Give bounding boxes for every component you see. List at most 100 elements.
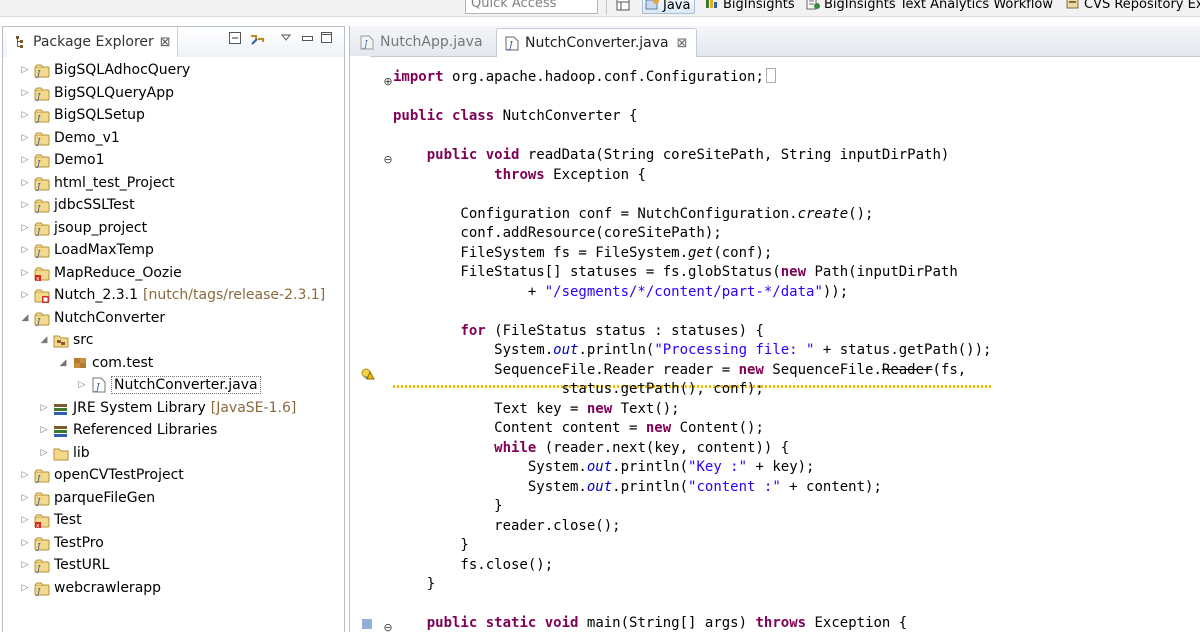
tree-item-label: src xyxy=(73,332,94,348)
collapsed-arrow-icon[interactable]: ▷ xyxy=(19,155,31,165)
collapsed-arrow-icon[interactable]: ▷ xyxy=(19,493,31,503)
code-line: SequenceFile.Reader reader = new Sequenc… xyxy=(393,361,966,380)
code-token: main(String[] args) xyxy=(578,615,756,631)
tree-item[interactable]: ◢ src xyxy=(38,329,94,351)
maximize-icon[interactable] xyxy=(321,32,332,43)
collapsed-arrow-icon[interactable]: ▷ xyxy=(19,245,31,255)
tree-item[interactable]: ▷ J BigSQLAdhocQuery xyxy=(19,59,191,81)
fold-expand-icon[interactable]: ⊕ xyxy=(383,76,393,87)
open-perspective-icon[interactable] xyxy=(616,0,631,12)
tree-item[interactable]: ▷ JparqueFileGen xyxy=(19,487,156,509)
collapsed-arrow-icon[interactable]: ▷ xyxy=(76,380,88,390)
tab-nutchapp-java[interactable]: J NutchApp.java xyxy=(352,28,491,56)
collapsed-arrow-icon[interactable]: ▷ xyxy=(19,470,31,480)
minimize-icon[interactable] xyxy=(302,36,313,42)
project-icon: J xyxy=(34,132,50,146)
tree-item[interactable]: ▷ Jwebcrawlerapp xyxy=(19,577,162,599)
tree-item-label: com.test xyxy=(92,354,154,371)
fold-collapse-icon[interactable]: ⊖ xyxy=(383,154,393,165)
tree-item[interactable]: ◢ com.test xyxy=(57,352,154,374)
collapsed-arrow-icon[interactable]: ▷ xyxy=(38,448,50,458)
tree-item[interactable]: ▷ J LoadMaxTemp xyxy=(19,239,154,261)
tree-item-label: jdbcSSLTest xyxy=(54,197,135,213)
tree-item[interactable]: ▷ J NutchConverter.java xyxy=(76,374,261,396)
code-line: conf.addResource(coreSitePath); xyxy=(393,224,721,243)
fold-collapse-icon[interactable]: ⊖ xyxy=(383,622,393,633)
collapsed-arrow-icon[interactable]: ▷ xyxy=(19,560,31,570)
tree-item[interactable]: ▷ lib xyxy=(38,442,90,464)
tree-item[interactable]: ▷ J TestPro xyxy=(19,532,104,554)
tree-item[interactable]: ▷ J TestURL xyxy=(19,554,110,576)
close-tab-icon[interactable]: ⊠ xyxy=(677,36,688,51)
tree-item[interactable]: ▷ J Demo_v1 xyxy=(19,127,120,149)
collapsed-arrow-icon[interactable]: ▷ xyxy=(19,583,31,593)
perspective-text-analytics[interactable]: BigInsights Text Analytics Workflow xyxy=(806,0,1053,14)
tree-item[interactable]: ▷ J Demo1 xyxy=(19,149,105,171)
tree-item[interactable]: ▷ Jjsoup_project xyxy=(19,217,148,239)
perspective-cvs[interactable]: CVS Repository Ex xyxy=(1066,0,1200,14)
perspective-java[interactable]: Java xyxy=(642,0,696,14)
collapsed-arrow-icon[interactable]: ▷ xyxy=(19,65,31,75)
quick-access-input[interactable]: Quick Access xyxy=(465,0,598,14)
tree-item-label: html_test_Project xyxy=(54,174,175,191)
collapsed-arrow-icon[interactable]: ▷ xyxy=(19,110,31,120)
tree-item[interactable]: ▷ Nutch_2.3.1 [nutch/tags/release-2.3.1] xyxy=(19,284,325,306)
tree-item[interactable]: ▷ Jhtml_test_Project xyxy=(19,172,175,194)
collapsed-arrow-icon[interactable]: ▷ xyxy=(19,538,31,548)
collapsed-arrow-icon[interactable]: ▷ xyxy=(19,268,31,278)
project-icon: J xyxy=(34,199,50,213)
toolbar-separator xyxy=(606,0,607,15)
expanded-arrow-icon[interactable]: ◢ xyxy=(19,313,31,323)
tree-item[interactable]: ▷ x Test xyxy=(19,509,82,531)
expanded-arrow-icon[interactable]: ◢ xyxy=(57,358,69,368)
code-token: FileSystem fs = FileSystem. xyxy=(393,244,689,261)
code-token: out xyxy=(553,342,579,358)
collapsed-arrow-icon[interactable]: ▷ xyxy=(19,200,31,210)
editor-tab-bar: J NutchApp.java J NutchConverter.java ⊠ xyxy=(350,26,1200,57)
tree-item[interactable]: ◢ J NutchConverter xyxy=(19,307,166,329)
project-icon: J xyxy=(34,222,50,236)
tab-nutchconverter-java[interactable]: J NutchConverter.java ⊠ xyxy=(496,28,697,57)
code-token: class xyxy=(452,108,495,124)
view-menu-icon[interactable] xyxy=(281,34,291,42)
tree-item[interactable]: ▷ Referenced Libraries xyxy=(38,419,218,441)
warning-lightbulb-icon[interactable] xyxy=(361,368,375,380)
expanded-arrow-icon[interactable]: ◢ xyxy=(38,335,50,345)
package-explorer-tab[interactable]: Package Explorer ⊠ xyxy=(7,27,178,57)
tree-item[interactable]: ▷ JjdbcSSLTest xyxy=(19,194,135,216)
collapsed-arrow-icon[interactable]: ▷ xyxy=(19,88,31,98)
tree-item-decoration: [nutch/tags/release-2.3.1] xyxy=(143,287,326,303)
code-line: } xyxy=(393,536,468,555)
code-token: public xyxy=(426,615,478,631)
collapsed-arrow-icon[interactable]: ▷ xyxy=(19,290,31,300)
project-icon: J xyxy=(34,537,50,551)
collapsed-arrow-icon[interactable]: ▷ xyxy=(38,403,50,413)
perspective-biginsights[interactable]: BigInsights xyxy=(705,0,795,14)
svn-project-icon xyxy=(34,289,50,303)
collapsed-arrow-icon[interactable]: ▷ xyxy=(19,133,31,143)
tree-item-label: MapReduce_Oozie xyxy=(54,264,182,281)
tree-item[interactable]: ▷ J BigSQLSetup xyxy=(19,104,145,126)
tree-item[interactable]: ▷ x MapReduce_Oozie xyxy=(19,262,182,284)
collapsed-arrow-icon[interactable]: ▷ xyxy=(38,425,50,435)
code-token: + xyxy=(393,283,545,300)
code-token: (FileStatus status : statuses) { xyxy=(485,322,764,339)
link-with-editor-icon[interactable] xyxy=(249,32,265,46)
collapsed-arrow-icon[interactable]: ▷ xyxy=(19,178,31,188)
collapsed-arrow-icon[interactable]: ▷ xyxy=(19,515,31,525)
folded-imports-box[interactable] xyxy=(765,68,776,83)
collapse-all-icon[interactable] xyxy=(229,32,241,44)
package-explorer-title: Package Explorer xyxy=(33,34,154,50)
collapsed-arrow-icon[interactable]: ▷ xyxy=(19,223,31,233)
tree-item[interactable]: ▷ J BigSQLQueryApp xyxy=(19,82,174,104)
project-icon: J xyxy=(34,109,50,123)
close-icon[interactable]: ⊠ xyxy=(160,35,171,50)
code-token: for xyxy=(460,322,486,339)
code-line: } xyxy=(393,497,502,516)
code-token: SequenceFile.Reader reader = xyxy=(393,361,739,378)
tree-item[interactable]: ▷ JopenCVTestProject xyxy=(19,464,184,486)
tree-item[interactable]: ▷ JRE System Library [JavaSE-1.6] xyxy=(38,397,297,419)
